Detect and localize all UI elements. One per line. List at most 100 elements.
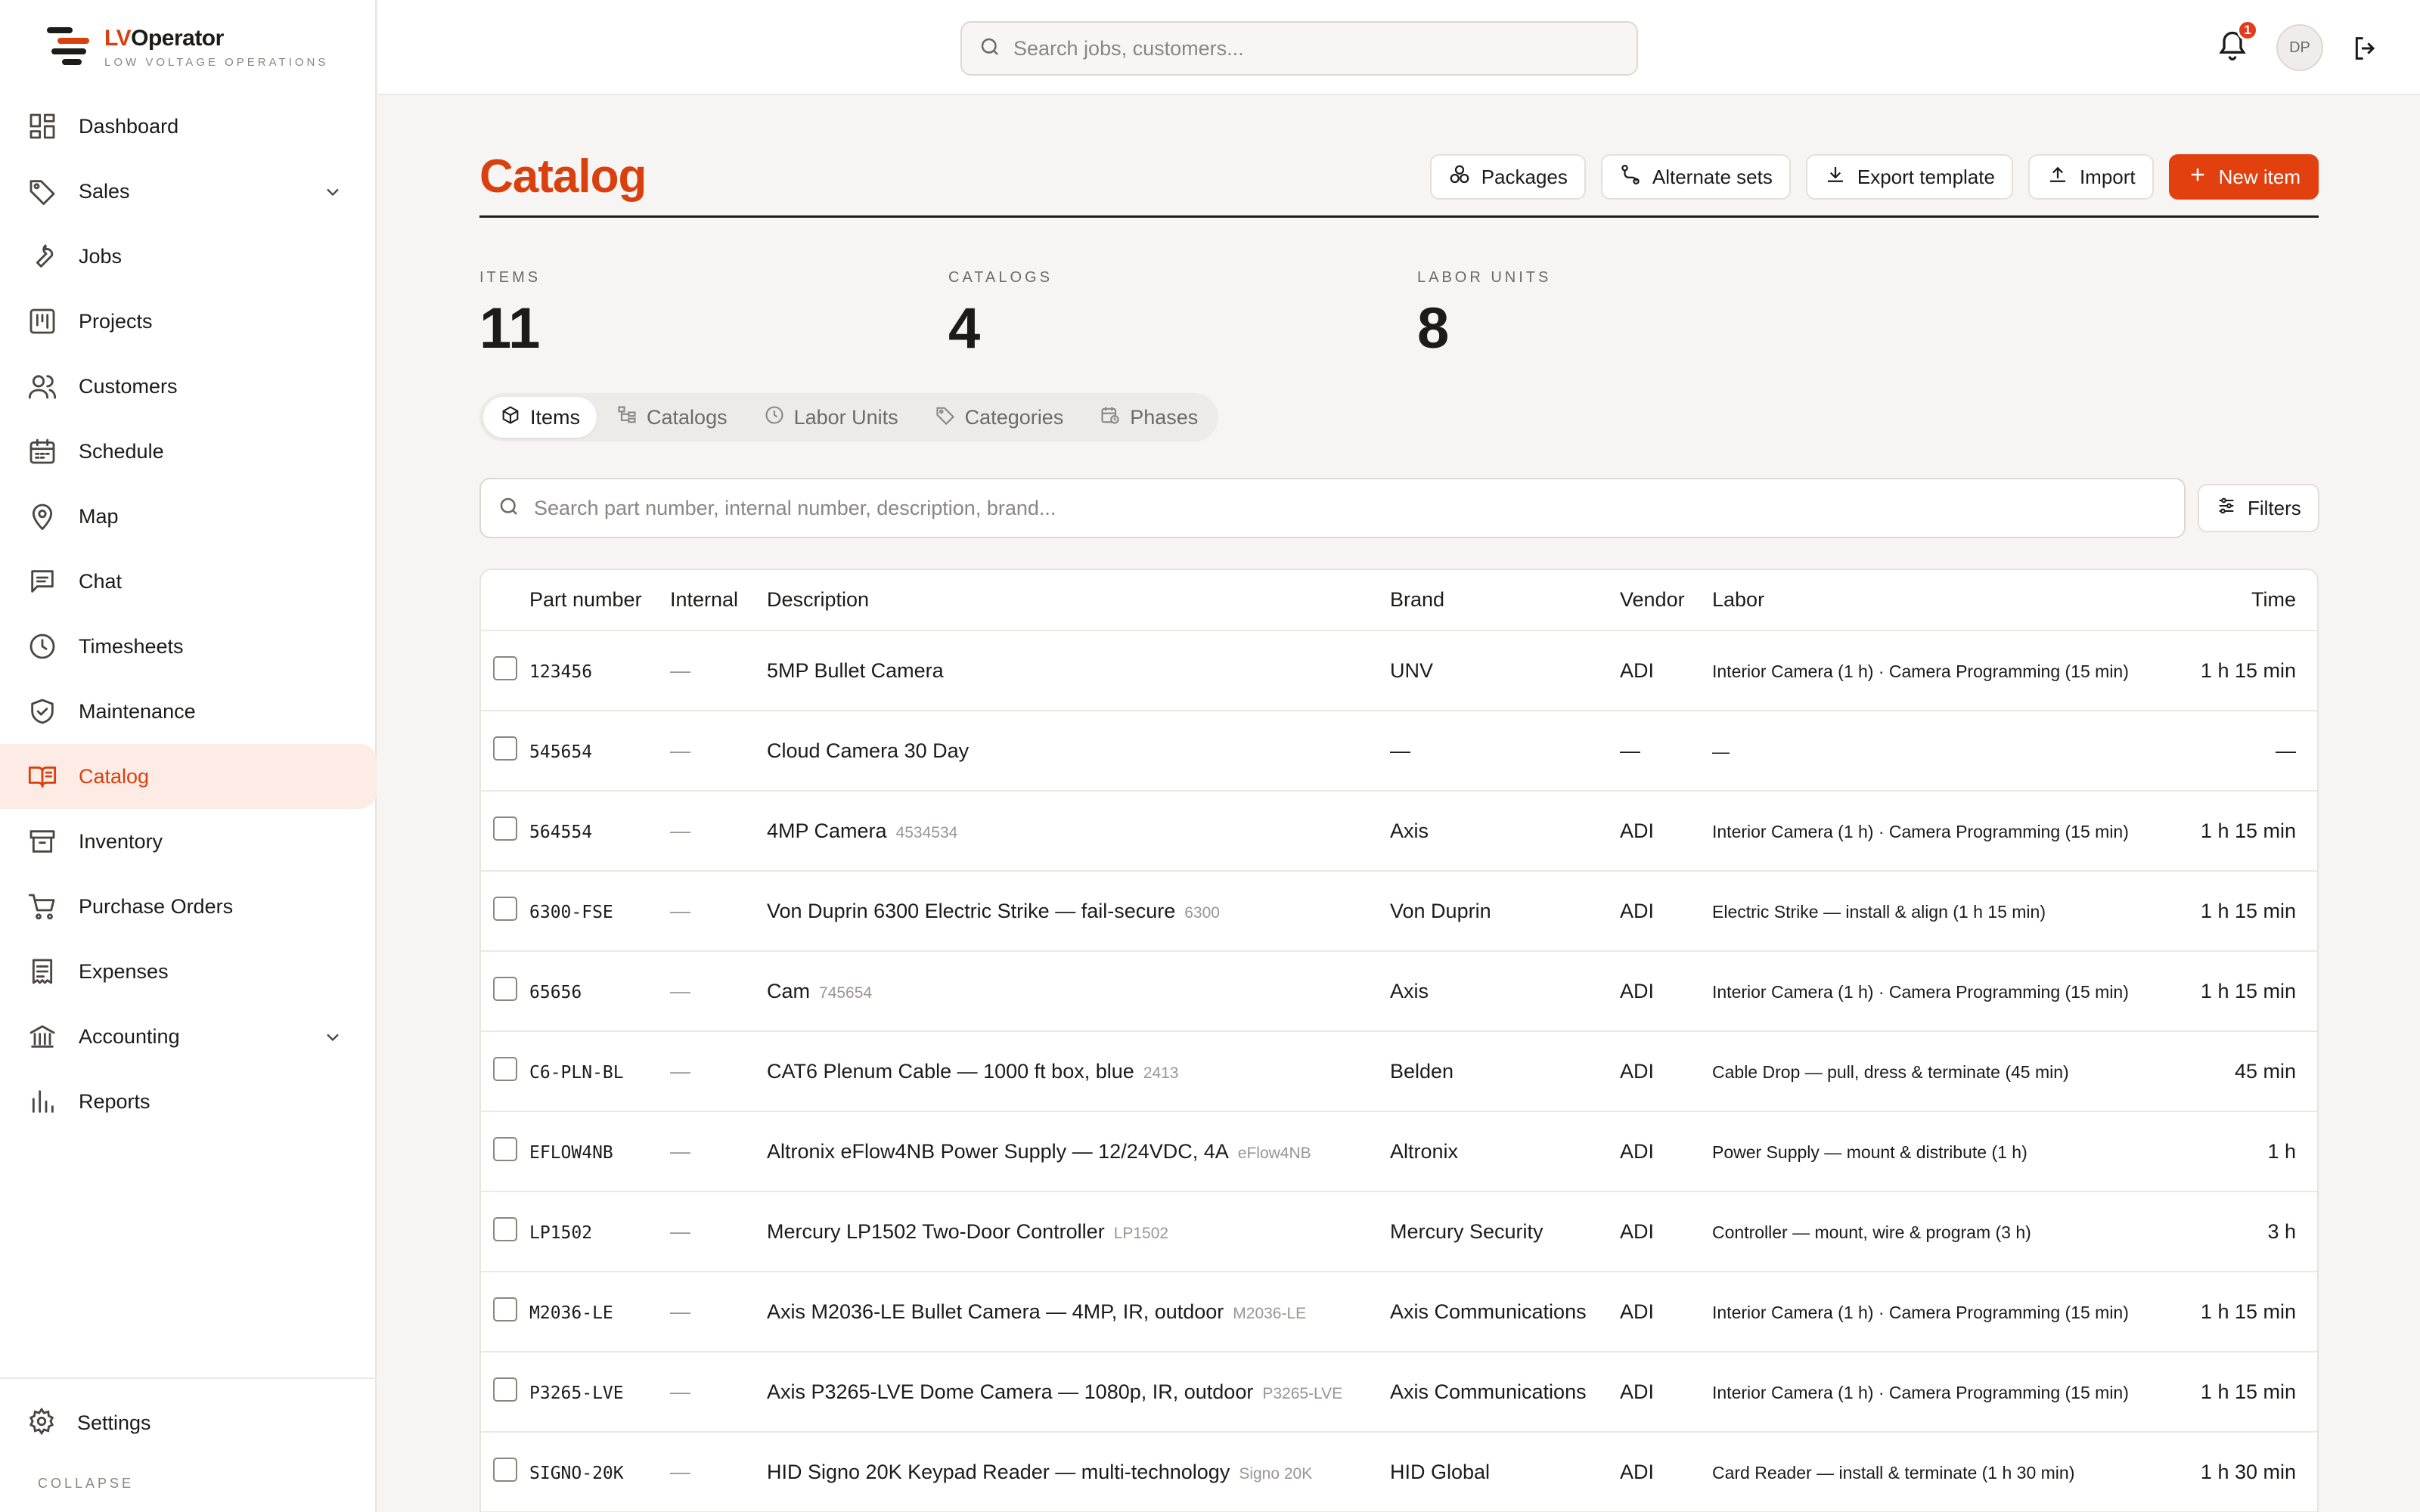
catalog-table: Part number Internal Description Brand V… [479, 569, 2319, 1512]
stat-label: CATALOGS [948, 269, 1053, 286]
item-labor: Controller — mount, wire & program (3 h) [1712, 1222, 2031, 1242]
row-checkbox[interactable] [493, 655, 517, 680]
row-checkbox[interactable] [493, 1216, 517, 1241]
row-checkbox[interactable] [493, 736, 517, 761]
sidebar-item-label: Settings [77, 1411, 151, 1434]
collapse-sidebar-button[interactable]: COLLAPSE [38, 1476, 134, 1492]
route-icon [1619, 163, 1642, 191]
search-icon [979, 36, 1001, 62]
row-checkbox[interactable] [493, 976, 517, 1001]
sidebar-item-sales[interactable]: Sales [0, 159, 377, 224]
table-row[interactable]: M2036-LE — Axis M2036-LE Bullet Camera — 4… [481, 1272, 2317, 1352]
manufacturer-part-number: LP1502 [1113, 1224, 1169, 1242]
row-checkbox[interactable] [493, 1056, 517, 1081]
title-divider [479, 215, 2319, 218]
logout-button[interactable] [2350, 33, 2381, 64]
item-brand: — [1390, 739, 1410, 762]
row-checkbox[interactable] [493, 1136, 517, 1161]
row-checkbox[interactable] [493, 816, 517, 841]
sidebar-item-jobs[interactable]: Jobs [0, 224, 377, 289]
tab-phases[interactable]: Phases [1083, 397, 1215, 438]
shield-check-icon [27, 696, 57, 727]
alternate-sets-button[interactable]: Alternate sets [1600, 154, 1791, 200]
packages-icon [1448, 163, 1471, 191]
chevron-down-icon[interactable] [322, 1027, 343, 1052]
table-row[interactable]: 123456 — 5MP Bullet Camera UNV ADI Interior C… [481, 631, 2317, 711]
stat-catalogs: CATALOGS 4 [948, 269, 1417, 361]
sidebar-item-schedule[interactable]: Schedule [0, 419, 377, 484]
plus-icon [2187, 164, 2208, 191]
table-row[interactable]: LP1502 — Mercury LP1502 Two-Door Controlle… [481, 1191, 2317, 1272]
clock-icon [764, 404, 785, 431]
row-checkbox[interactable] [493, 1297, 517, 1321]
sidebar-item-purchase-orders[interactable]: Purchase Orders [0, 874, 377, 939]
table-row[interactable]: 6300-FSE — Von Duprin 6300 Electric Strike… [481, 871, 2317, 952]
sidebar-item-expenses[interactable]: Expenses [0, 939, 377, 1004]
internal-number: — [670, 819, 690, 842]
sidebar-item-timesheets[interactable]: Timesheets [0, 614, 377, 679]
item-labor: — [1712, 741, 1730, 761]
tab-labor-units[interactable]: Labor Units [747, 397, 915, 438]
item-brand: Axis [1390, 979, 1429, 1002]
table-row[interactable]: SIGNO-20K — HID Signo 20K Keypad Reader — … [481, 1432, 2317, 1512]
sidebar-item-label: Expenses [79, 959, 169, 983]
notifications-button[interactable]: 1 [2216, 20, 2258, 67]
item-labor: Interior Camera (1 h) · Camera Programmi… [1712, 1302, 2129, 1322]
item-description: 4MP Camera [767, 819, 887, 842]
app-logo[interactable]: LVOperator LOW VOLTAGE OPERATIONS [44, 24, 328, 70]
export-template-label: Export template [1857, 165, 1995, 188]
bell-icon [2216, 31, 2249, 65]
internal-number: — [670, 739, 690, 762]
sidebar-item-inventory[interactable]: Inventory [0, 809, 377, 874]
new-item-button[interactable]: New item [2168, 154, 2319, 200]
sidebar-item-accounting[interactable]: Accounting [0, 1004, 377, 1069]
page-toolbar: Packages Alternate sets Export template … [1429, 154, 2319, 200]
sidebar-item-dashboard[interactable]: Dashboard [0, 94, 377, 159]
part-number: LP1502 [529, 1222, 593, 1243]
item-description: Mercury LP1502 Two-Door Controller [767, 1219, 1105, 1243]
tab-label: Categories [964, 405, 1064, 429]
sidebar-item-customers[interactable]: Customers [0, 354, 377, 419]
sidebar-item-catalog[interactable]: Catalog [0, 744, 377, 809]
sidebar-item-projects[interactable]: Projects [0, 289, 377, 354]
column-header-part-number[interactable]: Part number [529, 570, 670, 631]
sidebar-item-label: Inventory [79, 829, 163, 853]
avatar[interactable]: DP [2276, 24, 2323, 71]
column-header-time[interactable]: Time [2163, 570, 2311, 631]
import-button[interactable]: Import [2028, 154, 2154, 200]
tab-items[interactable]: Items [483, 397, 597, 438]
global-search-input[interactable] [1013, 36, 1603, 60]
sidebar-item-reports[interactable]: Reports [0, 1069, 377, 1134]
sidebar-item-maintenance[interactable]: Maintenance [0, 679, 377, 744]
sidebar-item-map[interactable]: Map [0, 484, 377, 549]
row-checkbox[interactable] [493, 1377, 517, 1402]
column-header-brand[interactable]: Brand [1390, 570, 1620, 631]
sidebar-item-label: Dashboard [79, 114, 179, 138]
tab-catalogs[interactable]: Catalogs [600, 397, 744, 438]
column-header-vendor[interactable]: Vendor [1620, 570, 1712, 631]
table-row[interactable]: 65656 — Cam 745654 Axis ADI Interior Camera (1… [481, 951, 2317, 1032]
sidebar-item-chat[interactable]: Chat [0, 549, 377, 614]
table-row[interactable]: P3265-LVE — Axis P3265-LVE Dome Camera — 1… [481, 1352, 2317, 1433]
sidebar-item-settings[interactable]: Settings [0, 1379, 377, 1467]
item-description: Altronix eFlow4NB Power Supply — 12/24VD… [767, 1139, 1229, 1163]
filters-button[interactable]: Filters [2198, 484, 2319, 532]
stat-value: 11 [479, 296, 541, 361]
row-checkbox[interactable] [493, 896, 517, 921]
chevron-down-icon[interactable] [322, 181, 343, 206]
table-row[interactable]: EFLOW4NB — Altronix eFlow4NB Power Supply … [481, 1111, 2317, 1192]
column-header-labor[interactable]: Labor [1712, 570, 2163, 631]
item-vendor: — [1620, 739, 1640, 762]
export-template-button[interactable]: Export template [1805, 154, 2013, 200]
item-time: 45 min [2234, 1059, 2296, 1083]
table-row[interactable]: 545654—Cloud Camera 30 Day————$ [481, 711, 2317, 792]
upload-icon [2046, 163, 2069, 191]
packages-button[interactable]: Packages [1429, 154, 1586, 200]
table-row[interactable]: 564554 — 4MP Camera 4534534 Axis ADI Interior … [481, 791, 2317, 872]
tab-categories[interactable]: Categories [918, 397, 1081, 438]
row-checkbox[interactable] [493, 1457, 517, 1482]
table-row[interactable]: C6-PLN-BL — CAT6 Plenum Cable — 1000 ft bo… [481, 1031, 2317, 1112]
column-header-internal[interactable]: Internal [670, 570, 767, 631]
column-header-description[interactable]: Description [767, 570, 1390, 631]
item-search-input[interactable] [534, 496, 2160, 520]
